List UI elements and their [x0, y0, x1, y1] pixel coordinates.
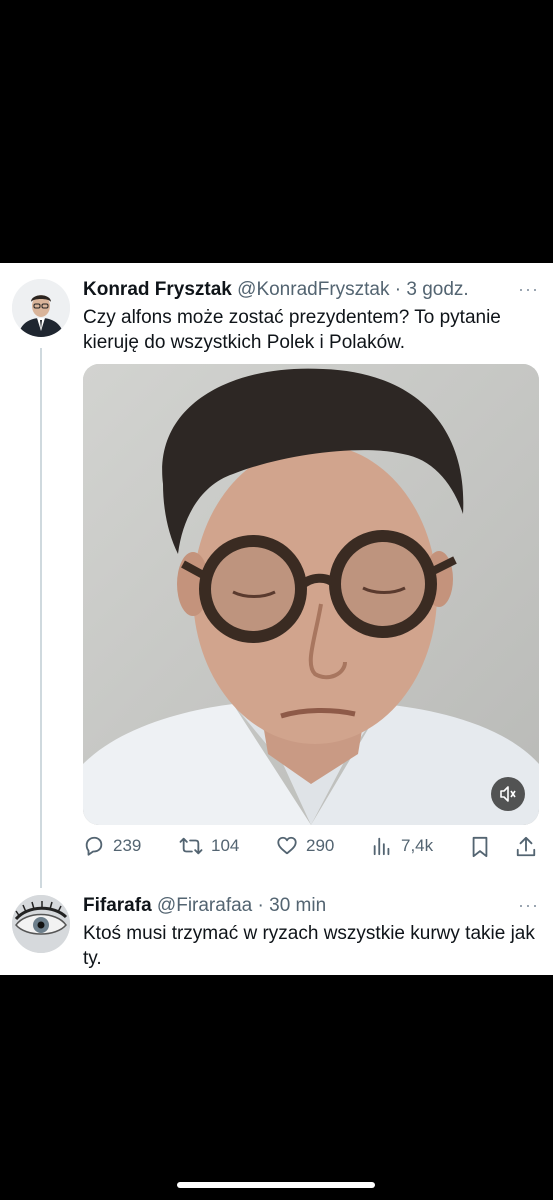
views-button[interactable]: 7,4k	[371, 835, 433, 857]
repost-button[interactable]: 104	[179, 835, 239, 857]
author-avatar[interactable]	[12, 279, 70, 337]
tweet-video[interactable]	[83, 364, 539, 825]
separator-dot: ·	[257, 895, 264, 916]
separator-dot: ·	[394, 279, 402, 300]
reply-header: Fifarafa @Firarafaa · 30 min	[83, 895, 326, 917]
mute-toggle-button[interactable]	[491, 777, 525, 811]
reply-author-avatar[interactable]	[12, 895, 70, 953]
reply-author-name[interactable]: Fifarafa	[83, 895, 152, 916]
bookmark-button[interactable]	[469, 835, 491, 859]
speaker-muted-icon	[500, 786, 516, 802]
reply-time[interactable]: 30 min	[269, 895, 326, 916]
repost-icon	[179, 837, 203, 855]
like-count: 290	[306, 836, 335, 855]
repost-count: 104	[211, 836, 240, 855]
share-button[interactable]	[515, 835, 537, 859]
bookmark-icon	[472, 836, 488, 858]
reply-count: 239	[113, 836, 142, 855]
tweet-time[interactable]: 3 godz.	[406, 279, 468, 300]
tweet-actions: 239 104 290 7,4k	[83, 835, 543, 865]
reply-author-handle[interactable]: @Firarafaa	[157, 895, 252, 916]
views-chart-icon	[373, 837, 390, 856]
video-frame	[83, 364, 539, 825]
reply-button[interactable]: 239	[83, 835, 141, 857]
tweet-text: Czy alfons może zostać prezydentem? To p…	[83, 307, 501, 353]
share-icon	[516, 836, 536, 857]
more-options-icon[interactable]: ···	[518, 279, 539, 300]
heart-icon	[277, 836, 297, 855]
tweet-card: Konrad Frysztak @KonradFrysztak · 3 godz…	[0, 263, 553, 975]
home-indicator[interactable]	[177, 1182, 375, 1188]
like-button[interactable]: 290	[276, 835, 334, 857]
reply-icon	[85, 836, 103, 856]
reply-text: Ktoś musi trzymać w ryzach wszystkie kur…	[83, 923, 535, 969]
author-name[interactable]: Konrad Frysztak	[83, 279, 232, 300]
author-handle[interactable]: @KonradFrysztak	[237, 279, 389, 300]
tweet-header: Konrad Frysztak @KonradFrysztak · 3 godz…	[83, 279, 469, 301]
views-count: 7,4k	[401, 836, 434, 855]
reply-more-options-icon[interactable]: ···	[518, 895, 539, 916]
thread-line	[40, 348, 42, 888]
